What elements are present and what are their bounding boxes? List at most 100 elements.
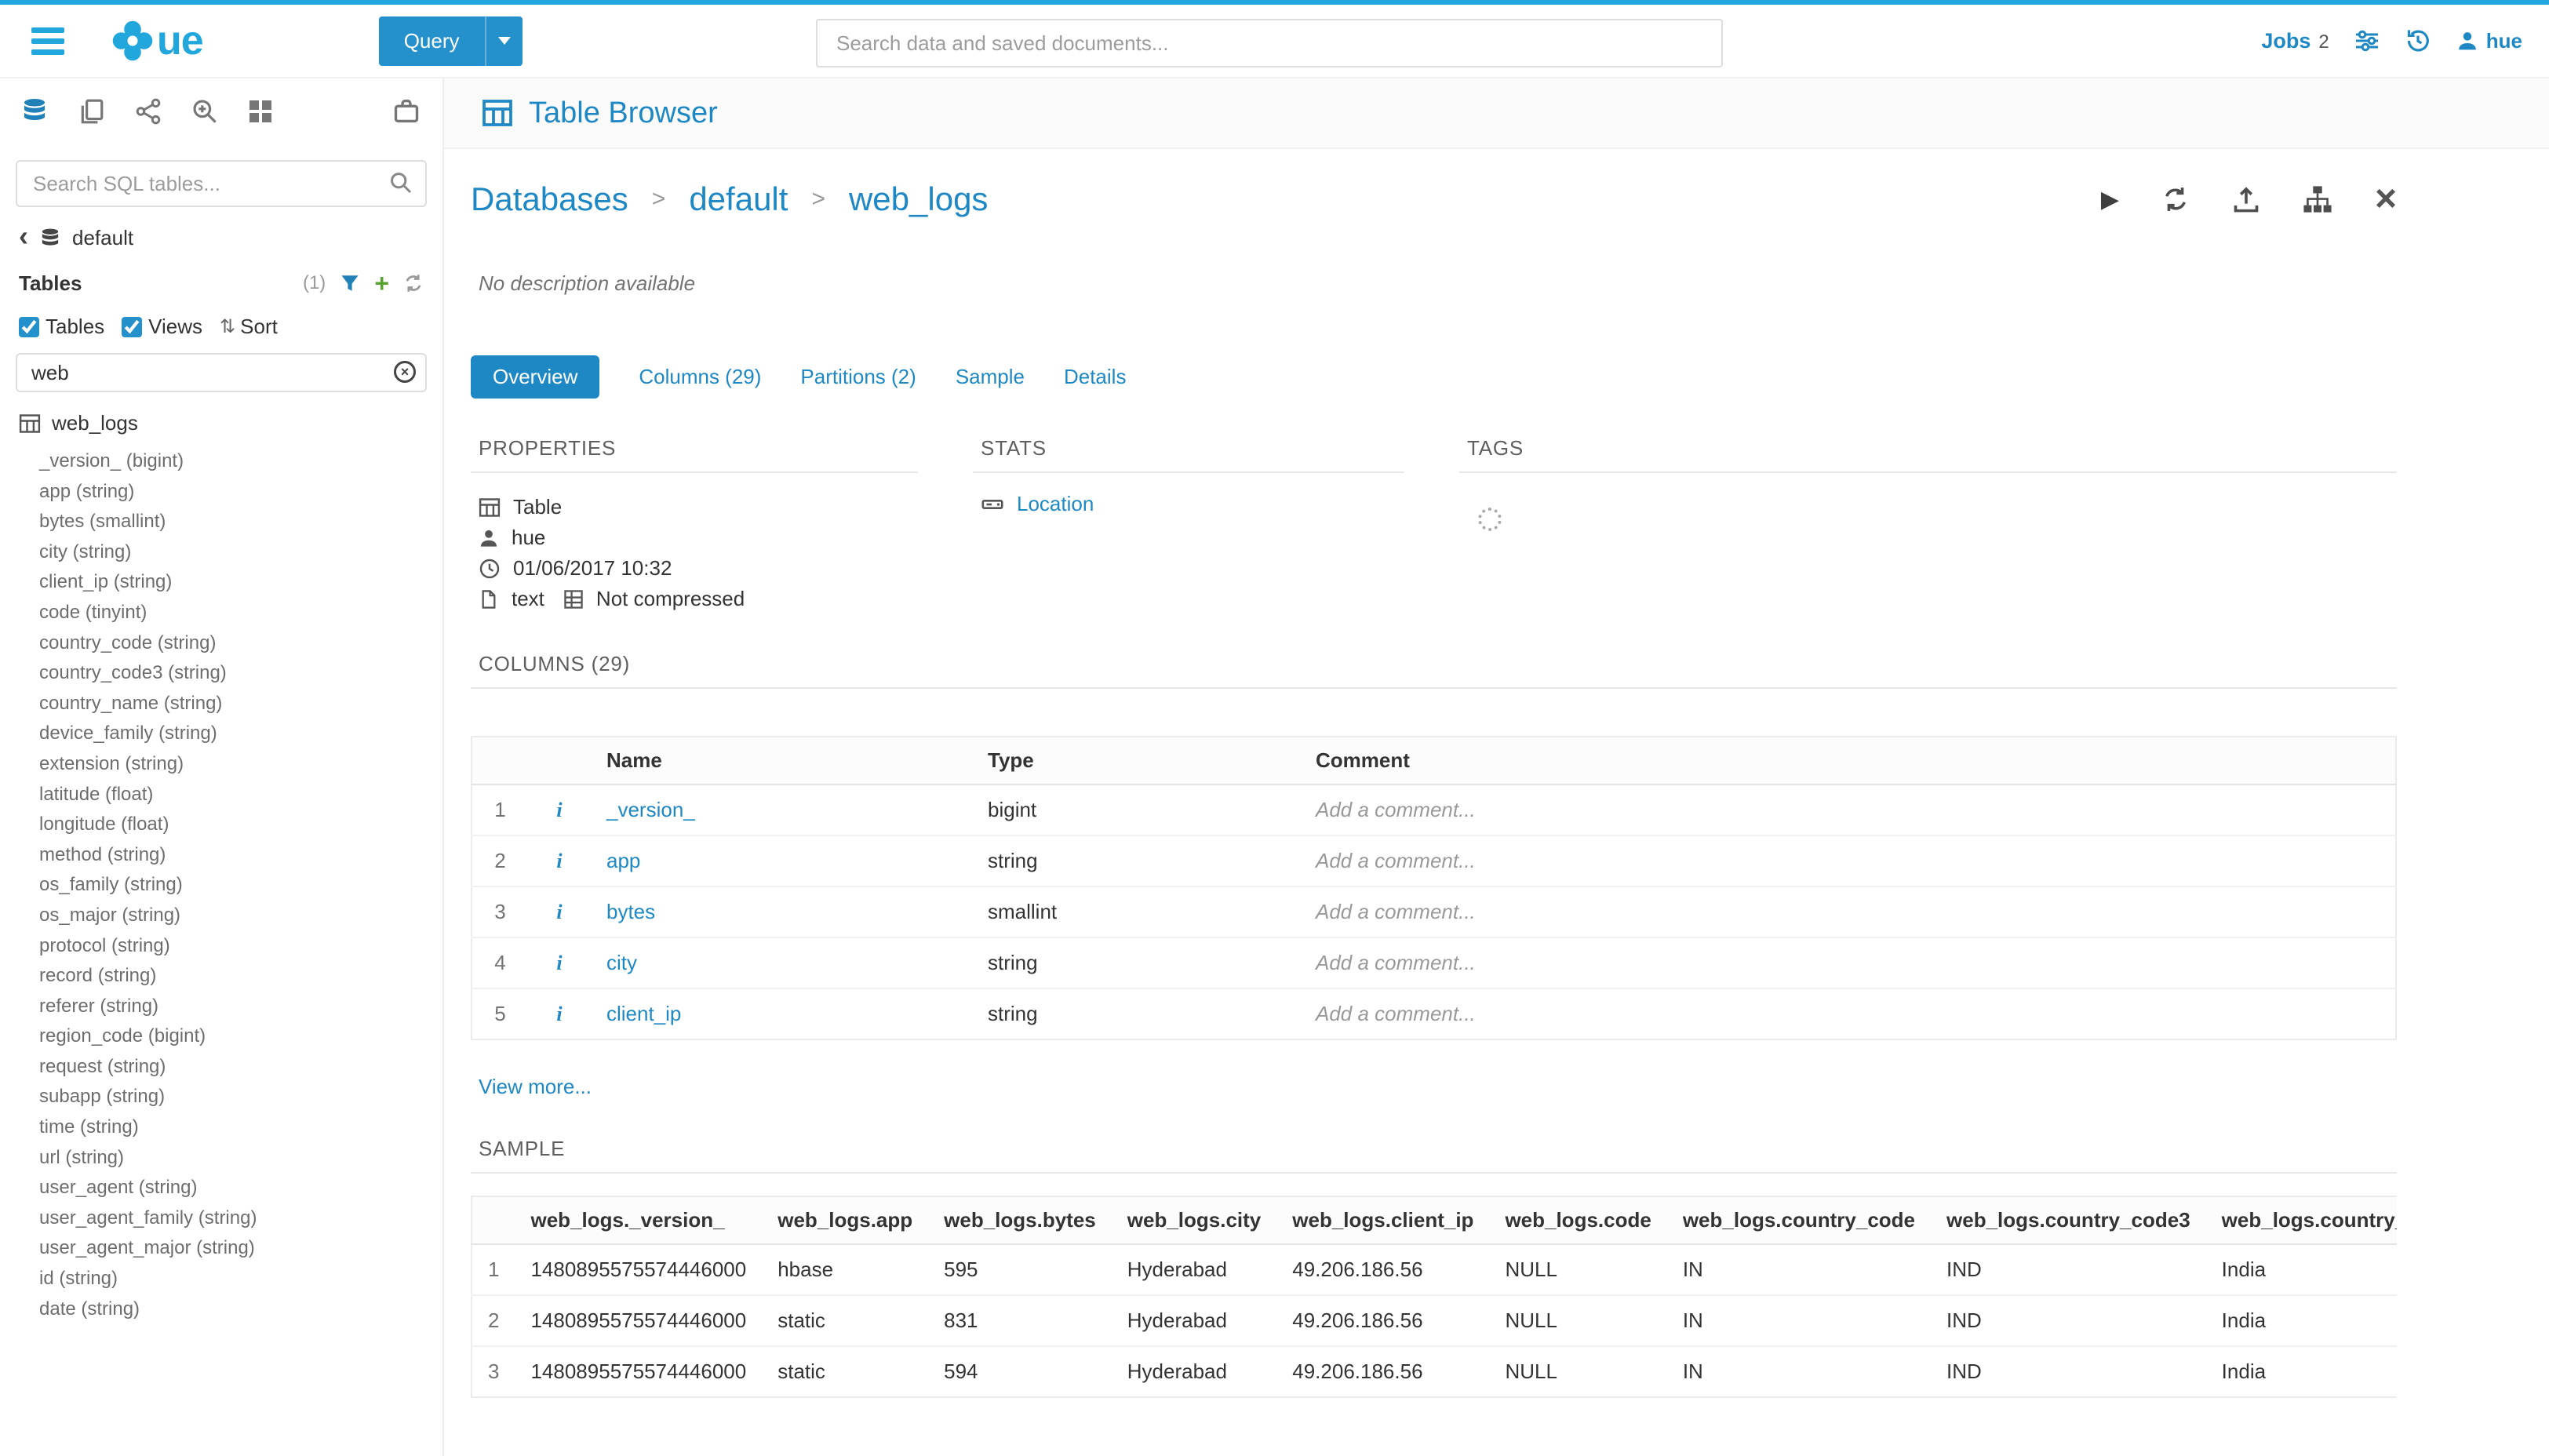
search-plus-icon[interactable]: [191, 98, 218, 125]
column-list-item[interactable]: protocol (string): [39, 931, 442, 962]
lineage-icon[interactable]: [2303, 184, 2332, 214]
query-dropdown-caret[interactable]: [485, 16, 523, 66]
apps-grid-icon[interactable]: [248, 99, 273, 124]
column-comment[interactable]: Add a comment...: [1300, 784, 2396, 835]
column-name-link[interactable]: city: [591, 937, 972, 988]
breadcrumb-item-databases[interactable]: Databases: [471, 180, 628, 218]
column-list-item[interactable]: longitude (float): [39, 810, 442, 840]
column-list-item[interactable]: region_code (bigint): [39, 1021, 442, 1052]
jobs-link[interactable]: Jobs 2: [2261, 29, 2329, 53]
column-list-item[interactable]: id (string): [39, 1264, 442, 1294]
views-checkbox[interactable]: [122, 317, 142, 337]
table-list-item[interactable]: web_logs: [0, 392, 442, 435]
tab-partitions-2[interactable]: Partitions (2): [800, 355, 916, 399]
search-icon[interactable]: [389, 171, 413, 195]
column-list-item[interactable]: request (string): [39, 1052, 442, 1083]
sql-table-search-input[interactable]: [16, 160, 427, 207]
breadcrumb-item-default[interactable]: default: [689, 180, 788, 218]
column-list-item[interactable]: latitude (float): [39, 780, 442, 810]
table-filter-input[interactable]: [16, 353, 427, 392]
column-name-link[interactable]: bytes: [591, 886, 972, 937]
column-list-item[interactable]: bytes (smallint): [39, 507, 442, 537]
column-list-item[interactable]: code (tinyint): [39, 598, 442, 628]
column-list-item[interactable]: user_agent_major (string): [39, 1233, 442, 1264]
tab-sample[interactable]: Sample: [956, 355, 1025, 399]
clear-filter-icon[interactable]: ×: [394, 361, 416, 383]
property-owner-value: hue: [512, 522, 545, 553]
column-name-link[interactable]: client_ip: [591, 988, 972, 1039]
query-button[interactable]: Query: [379, 16, 485, 66]
column-list-item[interactable]: user_agent (string): [39, 1173, 442, 1203]
database-name[interactable]: default: [72, 226, 133, 250]
chevron-left-icon[interactable]: ‹: [19, 222, 28, 250]
info-icon[interactable]: i: [528, 886, 591, 937]
sliders-icon[interactable]: [2354, 28, 2380, 53]
column-list-item[interactable]: country_name (string): [39, 689, 442, 719]
column-list-item[interactable]: _version_ (bigint): [39, 446, 442, 477]
column-list-item[interactable]: referer (string): [39, 992, 442, 1022]
column-list-item[interactable]: method (string): [39, 840, 442, 871]
column-list-item[interactable]: os_major (string): [39, 901, 442, 931]
drive-icon: [981, 493, 1004, 516]
info-icon[interactable]: i: [528, 988, 591, 1039]
column-list-item[interactable]: url (string): [39, 1143, 442, 1174]
column-comment[interactable]: Add a comment...: [1300, 988, 2396, 1039]
close-icon[interactable]: ×: [2375, 185, 2397, 213]
bag-icon[interactable]: [392, 97, 421, 126]
row-number: 1: [472, 1244, 515, 1295]
column-name-link[interactable]: _version_: [591, 784, 972, 835]
refresh-icon[interactable]: [2161, 185, 2190, 213]
column-comment[interactable]: Add a comment...: [1300, 937, 2396, 988]
column-list-item[interactable]: date (string): [39, 1294, 442, 1325]
refresh-tables-icon[interactable]: [403, 273, 424, 293]
tab-columns-29[interactable]: Columns (29): [639, 355, 761, 399]
column-list-item[interactable]: user_agent_family (string): [39, 1203, 442, 1234]
sort-toggle[interactable]: ⇅ Sort: [220, 315, 278, 339]
column-comment[interactable]: Add a comment...: [1300, 835, 2396, 886]
tab-details[interactable]: Details: [1064, 355, 1126, 399]
column-name-link[interactable]: app: [591, 835, 972, 886]
column-list-item[interactable]: country_code (string): [39, 628, 442, 659]
column-list-item[interactable]: country_code3 (string): [39, 658, 442, 689]
hue-logo[interactable]: ue: [111, 20, 203, 62]
info-icon[interactable]: i: [528, 835, 591, 886]
view-more-link[interactable]: View more...: [479, 1075, 592, 1099]
sort-label: Sort: [240, 315, 278, 339]
column-list-item[interactable]: extension (string): [39, 749, 442, 780]
hamburger-menu-icon[interactable]: [31, 27, 64, 55]
documents-icon[interactable]: [78, 98, 105, 125]
tables-header-actions: (1) +: [303, 271, 424, 296]
tables-checkbox-label[interactable]: Tables: [19, 315, 104, 339]
add-icon[interactable]: +: [374, 271, 389, 296]
breadcrumb-item-web-logs[interactable]: web_logs: [849, 180, 988, 218]
column-comment[interactable]: Add a comment...: [1300, 886, 2396, 937]
location-link[interactable]: Location: [1017, 492, 1094, 516]
columns-header-type: Type: [972, 737, 1300, 784]
history-icon[interactable]: [2405, 27, 2431, 54]
info-icon[interactable]: i: [528, 937, 591, 988]
user-menu[interactable]: hue: [2456, 29, 2522, 53]
column-list-item[interactable]: client_ip (string): [39, 567, 442, 598]
hue-logo-text: ue: [157, 20, 203, 61]
column-list-item[interactable]: record (string): [39, 961, 442, 992]
upload-icon[interactable]: [2232, 185, 2260, 213]
sample-cell: 1480895575574446000: [515, 1346, 762, 1397]
share-icon[interactable]: [135, 98, 162, 125]
column-list-item[interactable]: device_family (string): [39, 719, 442, 749]
info-icon[interactable]: i: [528, 784, 591, 835]
tables-checkbox[interactable]: [19, 317, 39, 337]
views-checkbox-label[interactable]: Views: [122, 315, 202, 339]
tab-overview[interactable]: Overview: [471, 355, 599, 399]
column-list-item[interactable]: os_family (string): [39, 870, 442, 901]
breadcrumb-separator: >: [811, 186, 825, 213]
column-list-item[interactable]: city (string): [39, 537, 442, 568]
sql-table-search: [16, 160, 427, 207]
execute-icon[interactable]: ▶: [2101, 186, 2119, 213]
column-list-item[interactable]: app (string): [39, 477, 442, 508]
global-search-input[interactable]: [816, 19, 1723, 67]
column-list-item[interactable]: subapp (string): [39, 1082, 442, 1112]
filter-funnel-icon[interactable]: [340, 273, 360, 293]
property-format-value: text: [512, 584, 544, 614]
column-list-item[interactable]: time (string): [39, 1112, 442, 1143]
database-icon[interactable]: [20, 97, 49, 126]
